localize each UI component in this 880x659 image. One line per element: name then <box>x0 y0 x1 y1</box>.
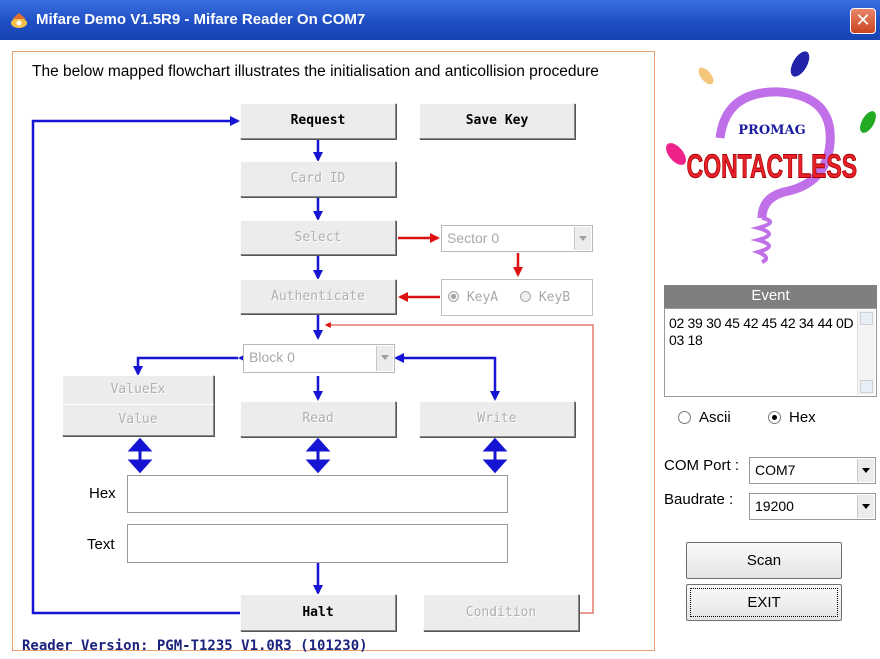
exit-button[interactable]: EXIT <box>686 584 842 621</box>
select-button[interactable]: Select <box>240 220 396 255</box>
baudrate-value: 19200 <box>755 498 794 514</box>
com-port-select[interactable]: COM7 <box>749 457 876 484</box>
key-b-radio[interactable] <box>520 291 531 302</box>
ascii-radio[interactable] <box>678 411 691 424</box>
condition-button[interactable]: Condition <box>423 594 579 631</box>
scan-button[interactable]: Scan <box>686 542 842 579</box>
baudrate-select[interactable]: 19200 <box>749 493 876 520</box>
logo-top-text: PROMAG <box>738 123 805 138</box>
com-port-value: COM7 <box>755 462 796 478</box>
key-a-label: KeyA <box>466 290 499 305</box>
com-port-label: COM Port : <box>664 457 740 474</box>
event-scrollbar[interactable] <box>857 310 875 395</box>
text-label: Text <box>87 536 115 553</box>
save-key-button[interactable]: Save Key <box>419 103 575 139</box>
focus-ring <box>690 588 838 617</box>
logo-main-text: CONTACTLESS <box>687 148 857 185</box>
text-field[interactable] <box>127 524 508 563</box>
sector-select[interactable]: Sector 0 <box>441 225 593 252</box>
scroll-down-icon[interactable] <box>860 380 873 393</box>
value-ex-button[interactable]: ValueEx <box>62 375 214 405</box>
event-header: Event <box>664 285 877 308</box>
event-log-text: 02 39 30 45 42 45 42 34 44 0D 03 18 <box>669 315 854 348</box>
chevron-down-icon[interactable] <box>857 495 874 518</box>
key-a-radio[interactable] <box>448 291 459 302</box>
ascii-option[interactable]: Ascii <box>678 409 731 426</box>
hex-option-label: Hex <box>789 409 816 426</box>
write-button[interactable]: Write <box>419 401 575 437</box>
authenticate-button[interactable]: Authenticate <box>240 279 396 314</box>
baudrate-label: Baudrate : <box>664 491 734 508</box>
key-b-label: KeyB <box>538 290 571 305</box>
event-log[interactable]: 02 39 30 45 42 45 42 34 44 0D 03 18 <box>664 308 877 397</box>
key-a-option[interactable]: KeyA <box>448 290 498 305</box>
chevron-down-icon[interactable] <box>574 227 591 250</box>
hex-label: Hex <box>89 485 116 502</box>
hex-radio[interactable] <box>768 411 781 424</box>
key-type-group: KeyA KeyB <box>441 279 593 316</box>
ascii-label: Ascii <box>699 409 731 426</box>
block-select-value: Block 0 <box>249 349 295 365</box>
hex-field[interactable] <box>127 475 508 513</box>
block-select[interactable]: Block 0 <box>243 344 395 373</box>
request-button[interactable]: Request <box>240 103 396 139</box>
reader-version: Reader Version: PGM-T1235 V1.0R3 (101230… <box>22 638 368 654</box>
chevron-down-icon[interactable] <box>857 459 874 482</box>
key-b-option[interactable]: KeyB <box>520 290 570 305</box>
halt-button[interactable]: Halt <box>240 594 396 631</box>
chevron-down-icon[interactable] <box>376 346 393 371</box>
read-button[interactable]: Read <box>240 401 396 437</box>
sector-select-value: Sector 0 <box>447 230 500 246</box>
value-button[interactable]: Value <box>62 404 214 436</box>
card-id-button[interactable]: Card ID <box>240 161 396 197</box>
promag-contactless-logo: PROMAG CONTACTLESS <box>666 51 876 264</box>
scroll-up-icon[interactable] <box>860 312 873 325</box>
hex-option[interactable]: Hex <box>768 409 816 426</box>
